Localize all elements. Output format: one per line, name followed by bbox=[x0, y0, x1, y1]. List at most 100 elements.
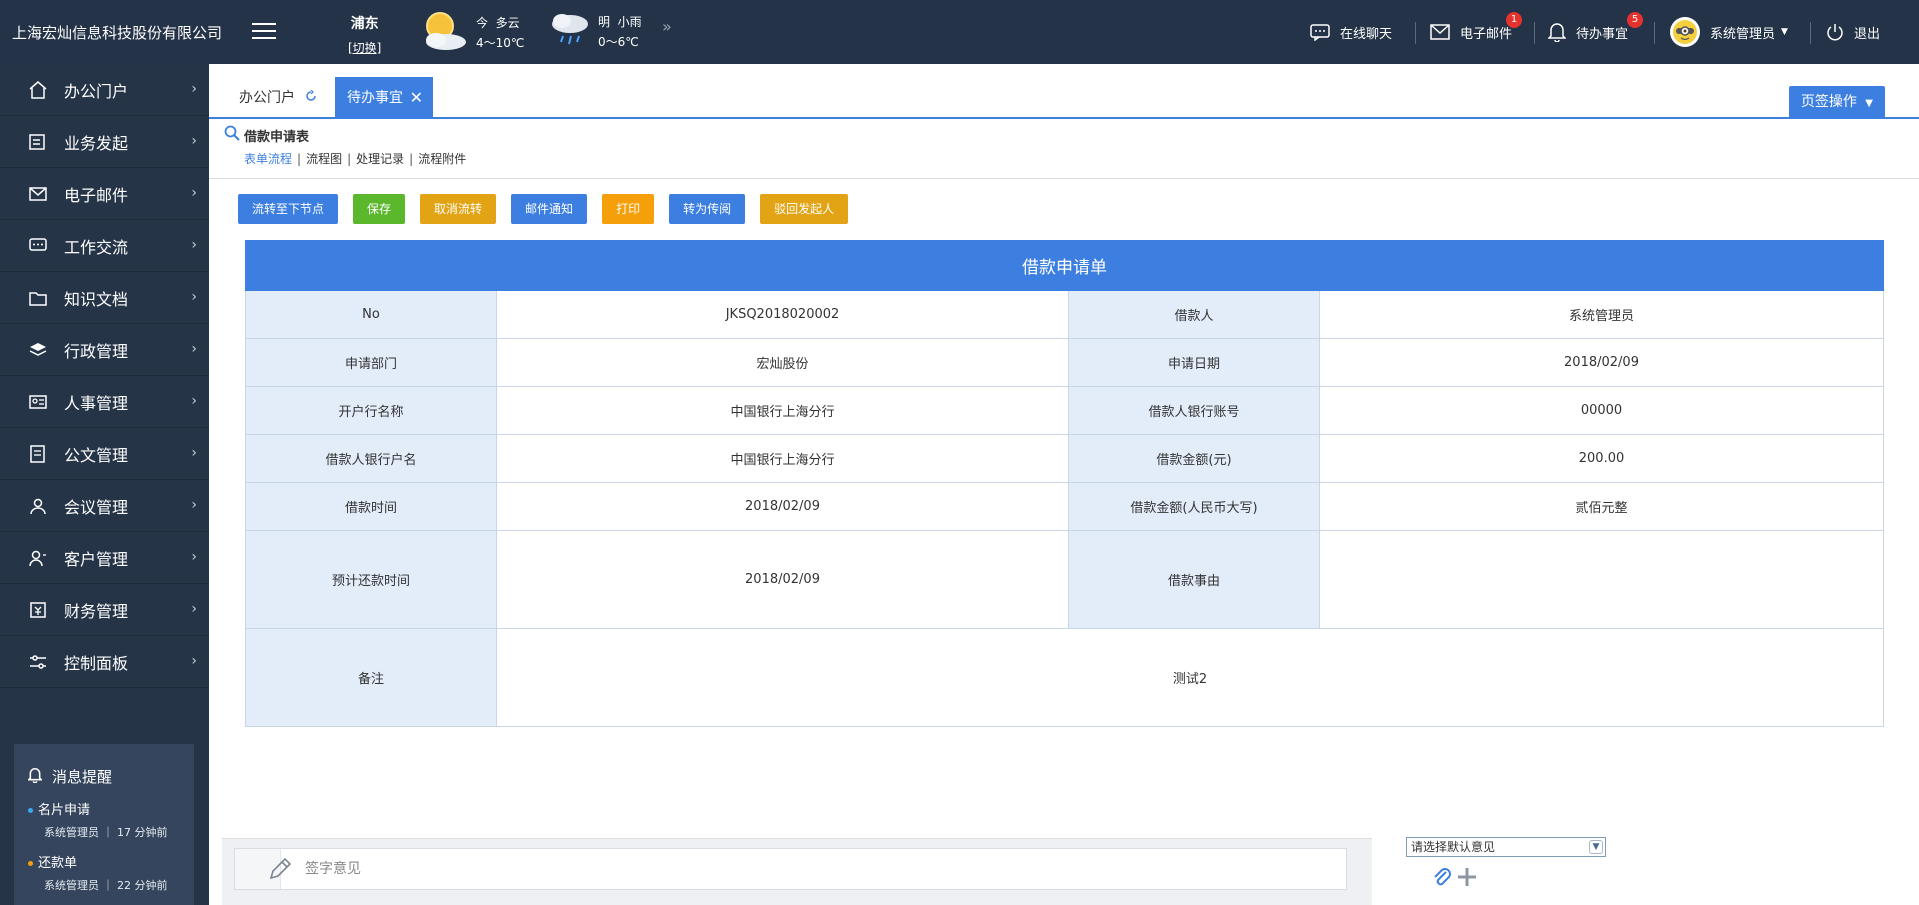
subtab-process-log[interactable]: 处理记录 bbox=[356, 152, 404, 166]
sidebar-item-label: 公文管理 bbox=[64, 445, 129, 465]
sidebar-item[interactable]: 人事管理 › bbox=[0, 376, 209, 428]
mail-icon bbox=[28, 184, 48, 204]
email-notify-button[interactable]: 邮件通知 bbox=[511, 194, 588, 224]
table-row: No JKSQ2018020002 借款人 系统管理员 bbox=[245, 290, 1884, 339]
sidebar-item-label: 客户管理 bbox=[64, 549, 129, 569]
sidebar-item-label: 行政管理 bbox=[64, 341, 129, 361]
field-value bbox=[1319, 530, 1884, 629]
chevron-down-icon: ▼ bbox=[1589, 840, 1603, 854]
field-label: No bbox=[245, 290, 497, 339]
chevron-right-icon: › bbox=[191, 341, 197, 357]
subtab-flow-chart[interactable]: 流程图 bbox=[306, 152, 342, 166]
table-row: 借款人银行户名 中国银行上海分行 借款金额(元) 200.00 bbox=[245, 434, 1884, 483]
caret-down-icon: ▼ bbox=[1781, 27, 1788, 37]
field-value: 2018/02/09 bbox=[496, 530, 1069, 629]
divider bbox=[1534, 22, 1535, 44]
power-icon bbox=[1826, 23, 1844, 41]
tab-bar: 办公门户 待办事宜 ✕ 页签操作 ▼ bbox=[209, 64, 1919, 119]
close-icon[interactable]: ✕ bbox=[410, 77, 423, 119]
menu-toggle-icon[interactable] bbox=[252, 23, 276, 41]
chevron-right-icon: › bbox=[191, 289, 197, 305]
field-label: 借款事由 bbox=[1068, 530, 1320, 629]
field-value: JKSQ2018020002 bbox=[496, 290, 1069, 339]
location-switch-link[interactable]: [切换] bbox=[348, 39, 381, 56]
customer-icon bbox=[28, 548, 48, 568]
tab-todo[interactable]: 待办事宜 ✕ bbox=[335, 77, 433, 119]
sidebar-item[interactable]: 会议管理 › bbox=[0, 480, 209, 532]
online-chat-button[interactable]: 在线聊天 bbox=[1310, 0, 1392, 64]
subtab-form-flow[interactable]: 表单流程 bbox=[244, 152, 292, 166]
message-item-meta: 系统管理员 ｜ 17 分钟前 bbox=[44, 826, 168, 839]
user-menu[interactable]: 系统管理员 ▼ bbox=[1670, 0, 1788, 64]
meeting-icon bbox=[28, 496, 48, 516]
weather-today-day: 今 bbox=[476, 16, 489, 30]
email-button[interactable]: 电子邮件 bbox=[1430, 0, 1512, 64]
edit-doc-icon bbox=[28, 132, 48, 152]
sidebar-item-label: 工作交流 bbox=[64, 237, 129, 257]
sidebar-item[interactable]: 控制面板 › bbox=[0, 636, 209, 688]
cancel-flow-button[interactable]: 取消流转 bbox=[420, 194, 497, 224]
message-item[interactable]: 名片申请 系统管理员 ｜ 17 分钟前 bbox=[28, 799, 194, 840]
tab-office-portal[interactable]: 办公门户 bbox=[227, 77, 329, 119]
sidebar-item[interactable]: 公文管理 › bbox=[0, 428, 209, 480]
sidebar-item-label: 办公门户 bbox=[64, 81, 129, 101]
todo-button[interactable]: 待办事宜 bbox=[1548, 0, 1628, 64]
subtab-attachments[interactable]: 流程附件 bbox=[418, 152, 466, 166]
chevron-right-icon: › bbox=[191, 237, 197, 253]
opinion-input[interactable] bbox=[305, 850, 1346, 888]
sidebar-item[interactable]: 电子邮件 › bbox=[0, 168, 209, 220]
add-icon[interactable] bbox=[1456, 866, 1478, 892]
sidebar-item[interactable]: 行政管理 › bbox=[0, 324, 209, 376]
reject-to-initiator-button[interactable]: 驳回发起人 bbox=[760, 194, 849, 224]
divider bbox=[1415, 22, 1416, 44]
page-ops-label: 页签操作 bbox=[1800, 94, 1857, 110]
tab-office-portal-label: 办公门户 bbox=[239, 90, 295, 106]
field-label: 借款金额(人民币大写) bbox=[1068, 482, 1320, 531]
table-row: 开户行名称 中国银行上海分行 借款人银行账号 00000 bbox=[245, 386, 1884, 435]
sidebar-item[interactable]: 业务发起 › bbox=[0, 116, 209, 168]
logout-button[interactable]: 退出 bbox=[1826, 0, 1880, 64]
next-node-button[interactable]: 流转至下节点 bbox=[238, 194, 339, 224]
avatar bbox=[1670, 17, 1700, 47]
field-label: 申请部门 bbox=[245, 338, 497, 387]
sidebar-item[interactable]: 办公门户 › bbox=[0, 64, 209, 116]
sidebar-item[interactable]: 客户管理 › bbox=[0, 532, 209, 584]
print-button[interactable]: 打印 bbox=[602, 194, 655, 224]
opinion-area bbox=[222, 838, 1372, 905]
sliders-icon bbox=[28, 652, 48, 672]
default-opinion-select[interactable]: 请选择默认意见 ▼ bbox=[1406, 837, 1606, 857]
chevron-right-icon: › bbox=[191, 81, 197, 97]
search-icon bbox=[224, 125, 244, 145]
forward-button[interactable]: 转为传阅 bbox=[669, 194, 746, 224]
online-chat-label: 在线聊天 bbox=[1340, 26, 1393, 42]
light-rain-icon bbox=[548, 10, 592, 54]
field-label: 借款人银行账号 bbox=[1068, 386, 1320, 435]
page-ops-button[interactable]: 页签操作 ▼ bbox=[1788, 86, 1885, 118]
sidebar-item[interactable]: 工作交流 › bbox=[0, 220, 209, 272]
field-label: 申请日期 bbox=[1068, 338, 1320, 387]
weather-more-icon[interactable]: » bbox=[662, 17, 672, 36]
message-item[interactable]: 还款单 系统管理员 ｜ 22 分钟前 bbox=[28, 852, 194, 893]
table-row: 借款时间 2018/02/09 借款金额(人民币大写) 贰佰元整 bbox=[245, 482, 1884, 531]
sidebar-item-label: 电子邮件 bbox=[64, 185, 129, 205]
field-value: 贰佰元整 bbox=[1319, 482, 1884, 531]
save-button[interactable]: 保存 bbox=[353, 194, 406, 224]
field-value: 中国银行上海分行 bbox=[496, 434, 1069, 483]
sidebar-item-label: 人事管理 bbox=[64, 393, 129, 413]
finance-icon bbox=[28, 600, 48, 620]
sidebar-item[interactable]: 知识文档 › bbox=[0, 272, 209, 324]
message-reminder-title: 消息提醒 bbox=[52, 768, 113, 786]
chevron-right-icon: › bbox=[191, 653, 197, 669]
sidebar-item[interactable]: 财务管理 › bbox=[0, 584, 209, 636]
paperclip-icon[interactable] bbox=[1432, 866, 1452, 892]
user-name: 系统管理员 bbox=[1710, 26, 1776, 42]
field-label: 预计还款时间 bbox=[245, 530, 497, 629]
sidebar-item-label: 知识文档 bbox=[64, 289, 129, 309]
top-bar: 上海宏灿信息科技股份有限公司 浦东 [切换] 今 多云 4～10℃ 明 小雨 0… bbox=[0, 0, 1919, 64]
weather-tomorrow-temp: 0～6℃ bbox=[598, 35, 639, 49]
table-row: 申请部门 宏灿股份 申请日期 2018/02/09 bbox=[245, 338, 1884, 387]
mail-icon bbox=[1430, 24, 1450, 40]
chevron-right-icon: › bbox=[191, 601, 197, 617]
refresh-icon[interactable] bbox=[305, 77, 317, 119]
layers-icon bbox=[28, 340, 48, 360]
